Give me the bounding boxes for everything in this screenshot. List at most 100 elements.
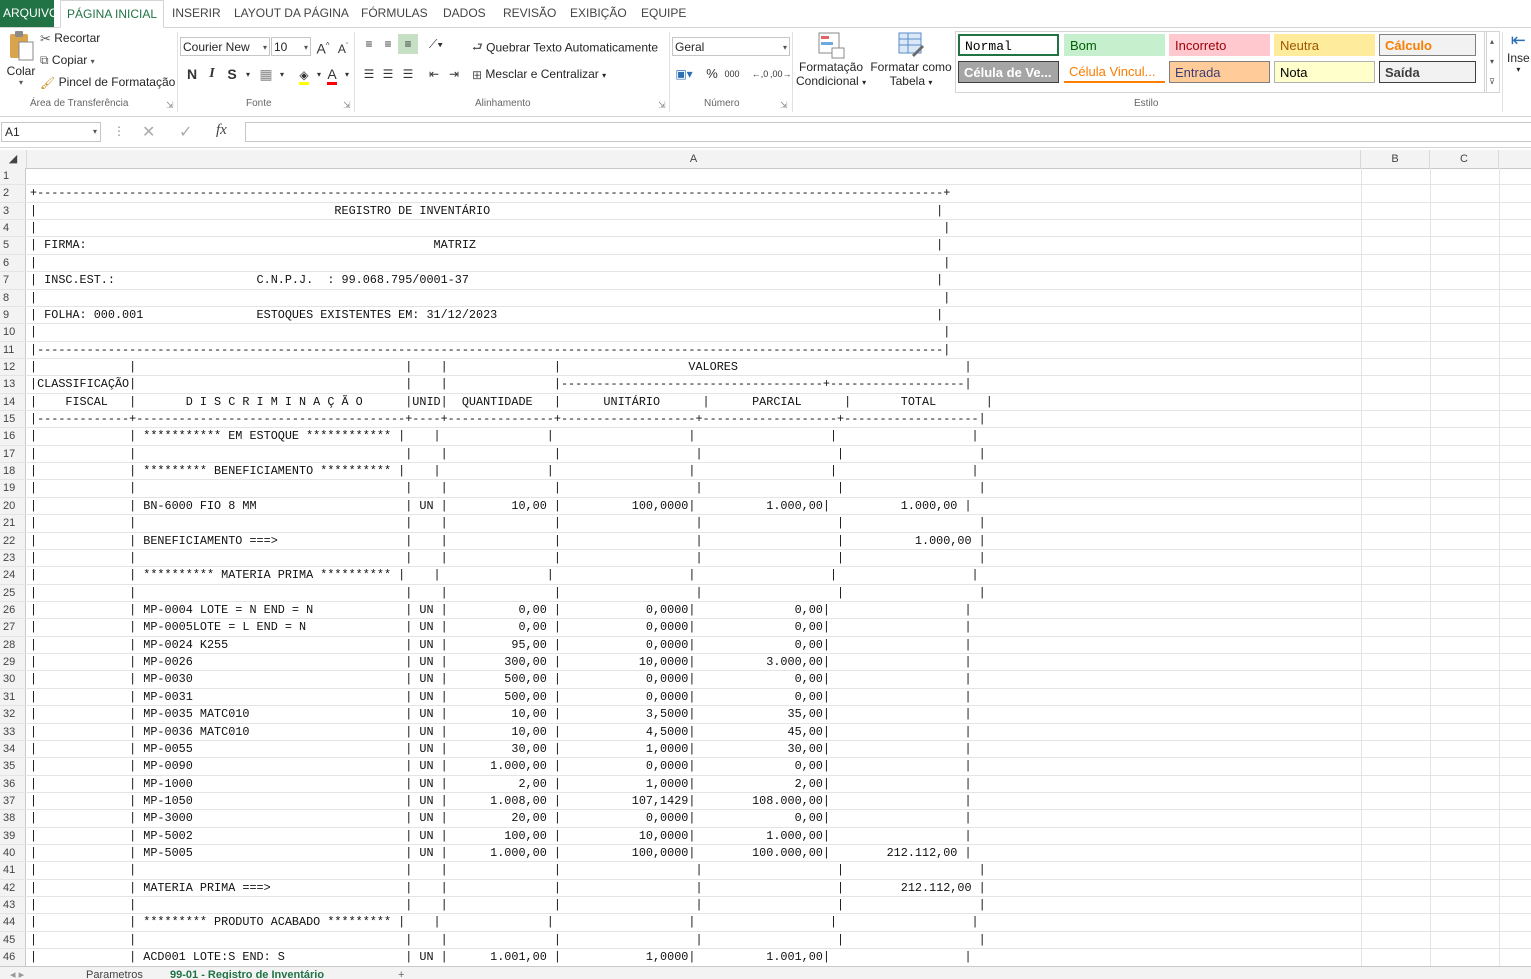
row-number[interactable]: 23 [0,549,26,567]
row-number[interactable]: 10 [0,324,26,341]
row-number[interactable]: 5 [0,237,26,254]
tab-view[interactable]: EXIBIÇÃO [570,0,627,27]
row-number[interactable]: 37 [0,792,26,810]
cell-style-1[interactable]: Bom [1064,34,1165,56]
row-number[interactable]: 36 [0,775,26,792]
column-header-a[interactable]: A [27,150,1361,168]
increase-decimal-icon[interactable]: ←,0 [750,64,770,84]
row-number[interactable]: 15 [0,411,26,428]
tab-review[interactable]: REVISÃO [503,0,556,27]
align-middle-icon[interactable]: ≡ [378,34,398,54]
paste-button[interactable]: Colar ▾ [4,30,38,87]
row-number[interactable]: 27 [0,619,26,636]
bold-button[interactable]: N [182,64,202,84]
cell-a[interactable]: | | MP-0004 LOTE = N END = N | UN | 0,00… [30,602,972,618]
row-number[interactable]: 11 [0,341,26,358]
align-left-icon[interactable]: ☰ [359,64,379,84]
italic-button[interactable]: I [202,64,222,84]
cell-style-5[interactable]: Célula de Ve... [958,61,1059,83]
cell-a[interactable]: | | BENEFICIAMENTO ===> | | | | | 1.000,… [30,533,986,549]
cell-a[interactable]: | | MP-0024 K255 | UN | 95,00 | 0,0000| … [30,637,972,653]
number-launcher-icon[interactable]: ⇲ [780,100,788,111]
cell-a[interactable]: | | BN-6000 FIO 8 MM | UN | 10,00 | 100,… [30,498,972,514]
align-right-icon[interactable]: ☰ [398,64,418,84]
cell-a[interactable]: | INSC.EST.: C.N.P.J. : 99.068.795/0001-… [30,272,943,288]
cell-a[interactable]: | | MP-0035 MATC010 | UN | 10,00 | 3,500… [30,706,972,722]
copy-button[interactable]: ⧉ Copiar ▾ [40,53,95,68]
tab-insert[interactable]: INSERIR [172,0,221,27]
confirm-icon[interactable]: ✓ [179,122,192,142]
shrink-font-icon[interactable]: Aˇ [333,37,353,57]
cell-a[interactable]: | | MP-0036 MATC010 | UN | 10,00 | 4,500… [30,724,972,740]
row-number[interactable]: 9 [0,306,26,324]
cell-style-9[interactable]: Saída [1379,61,1476,83]
format-as-table-button[interactable]: Formatar como Tabela ▾ [868,30,954,88]
cell-a[interactable]: | | | | | | | | [30,515,986,531]
cell-a[interactable]: | | | | | | | | [30,862,986,878]
row-number[interactable]: 24 [0,567,26,584]
font-launcher-icon[interactable]: ⇲ [343,100,351,111]
cell-a[interactable]: | | MP-0030 | UN | 500,00 | 0,0000| 0,00… [30,671,972,687]
cell-a[interactable]: | | [30,290,950,306]
row-number[interactable]: 46 [0,949,26,966]
conditional-formatting-button[interactable]: Formatação Condicional ▾ [796,30,866,88]
cell-a[interactable]: | | ********* BENEFICIAMENTO ********** … [30,463,979,479]
cell-a[interactable]: | FISCAL | D I S C R I M I N A Ç Ã O |UN… [30,394,993,410]
cell-style-8[interactable]: Nota [1274,61,1375,83]
thousands-button[interactable]: 000 [722,64,742,84]
cell-a[interactable]: | REGISTRO DE INVENTÁRIO | [30,203,943,219]
cell-a[interactable]: +---------------------------------------… [30,185,950,201]
row-number[interactable]: 16 [0,428,26,445]
row-number[interactable]: 28 [0,636,26,654]
add-sheet-button[interactable]: + [398,967,404,979]
row-number[interactable]: 25 [0,584,26,601]
row-number[interactable]: 4 [0,220,26,237]
cell-a[interactable]: | | *********** EM ESTOQUE ************ … [30,428,979,444]
cell-a[interactable]: | | MP-3000 | UN | 20,00 | 0,0000| 0,00|… [30,810,972,826]
tab-formulas[interactable]: FÓRMULAS [361,0,428,27]
row-number[interactable]: 14 [0,393,26,411]
cell-a[interactable]: | | | | | | | | [30,585,986,601]
cut-button[interactable]: ✂ Recortar [40,31,100,47]
cell-a[interactable]: | | | | | | | | [30,480,986,496]
row-number[interactable]: 1 [0,168,26,185]
decrease-indent-icon[interactable]: ⇤ [424,64,444,84]
currency-icon[interactable]: ▣▾ [674,64,694,84]
font-name-select[interactable]: Courier New ▾ [180,37,270,56]
cell-a[interactable]: | FOLHA: 000.001 ESTOQUES EXISTENTES EM:… [30,307,943,323]
cell-a[interactable]: | | [30,220,950,236]
insert-cells-button[interactable]: ⇤ Inse ▾ [1507,30,1530,74]
scroll-tabs-left-icon[interactable]: ◂ ▸ [10,967,24,979]
row-number[interactable]: 33 [0,723,26,740]
row-number[interactable]: 20 [0,497,26,515]
cell-a[interactable]: | FIRMA: MATRIZ | [30,237,943,253]
cell-a[interactable]: | | | | | | | | [30,550,986,566]
row-number[interactable]: 39 [0,827,26,845]
row-number[interactable]: 18 [0,463,26,480]
row-number[interactable]: 2 [0,185,26,202]
cell-a[interactable]: |CLASSIFICAÇÃO| | | |-------------------… [30,376,972,392]
grow-font-icon[interactable]: A^ [313,36,333,57]
cell-style-3[interactable]: Neutra [1274,34,1375,56]
row-number[interactable]: 8 [0,289,26,306]
alignment-launcher-icon[interactable]: ⇲ [658,100,666,111]
cell-a[interactable]: | | MP-5005 | UN | 1.000,00 | 100,0000| … [30,845,972,861]
cell-a[interactable]: | | [30,324,950,340]
cell-a[interactable]: | | MP-1050 | UN | 1.008,00 | 107,1429| … [30,793,972,809]
row-number[interactable]: 41 [0,862,26,879]
cell-a[interactable]: |---------------------------------------… [30,342,950,358]
insert-function-icon[interactable]: fx [216,122,227,139]
row-number[interactable]: 44 [0,914,26,931]
underline-dropdown-icon[interactable]: ▾ [238,65,258,85]
merge-center-button[interactable]: ⊞ Mesclar e Centralizar ▾ [472,67,606,82]
cell-a[interactable]: | | MP-1000 | UN | 2,00 | 1,0000| 2,00| … [30,776,972,792]
align-center-icon[interactable]: ☰ [378,64,398,84]
select-all-corner[interactable]: ◢ [0,150,27,168]
row-number[interactable]: 17 [0,445,26,463]
cancel-icon[interactable]: ✕ [142,122,155,142]
tab-page-layout[interactable]: LAYOUT DA PÁGINA [234,0,349,27]
row-number[interactable]: 7 [0,272,26,289]
more-options-icon[interactable]: ⋮ [113,124,125,138]
increase-indent-icon[interactable]: ⇥ [444,64,464,84]
cell-a[interactable]: | | MATERIA PRIMA ===> | | | | | 212.112… [30,880,986,896]
